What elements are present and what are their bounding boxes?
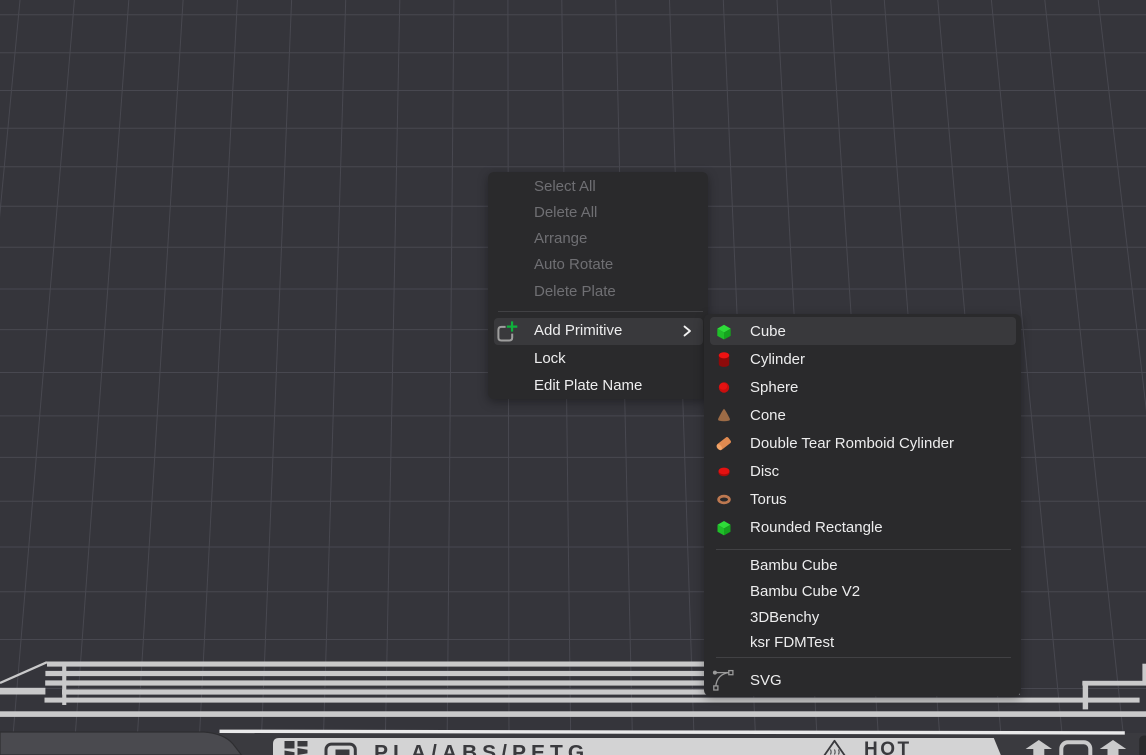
svg-text:HOT: HOT <box>864 739 912 755</box>
svg-text:PLA/ABS/PETG: PLA/ABS/PETG <box>374 742 589 755</box>
